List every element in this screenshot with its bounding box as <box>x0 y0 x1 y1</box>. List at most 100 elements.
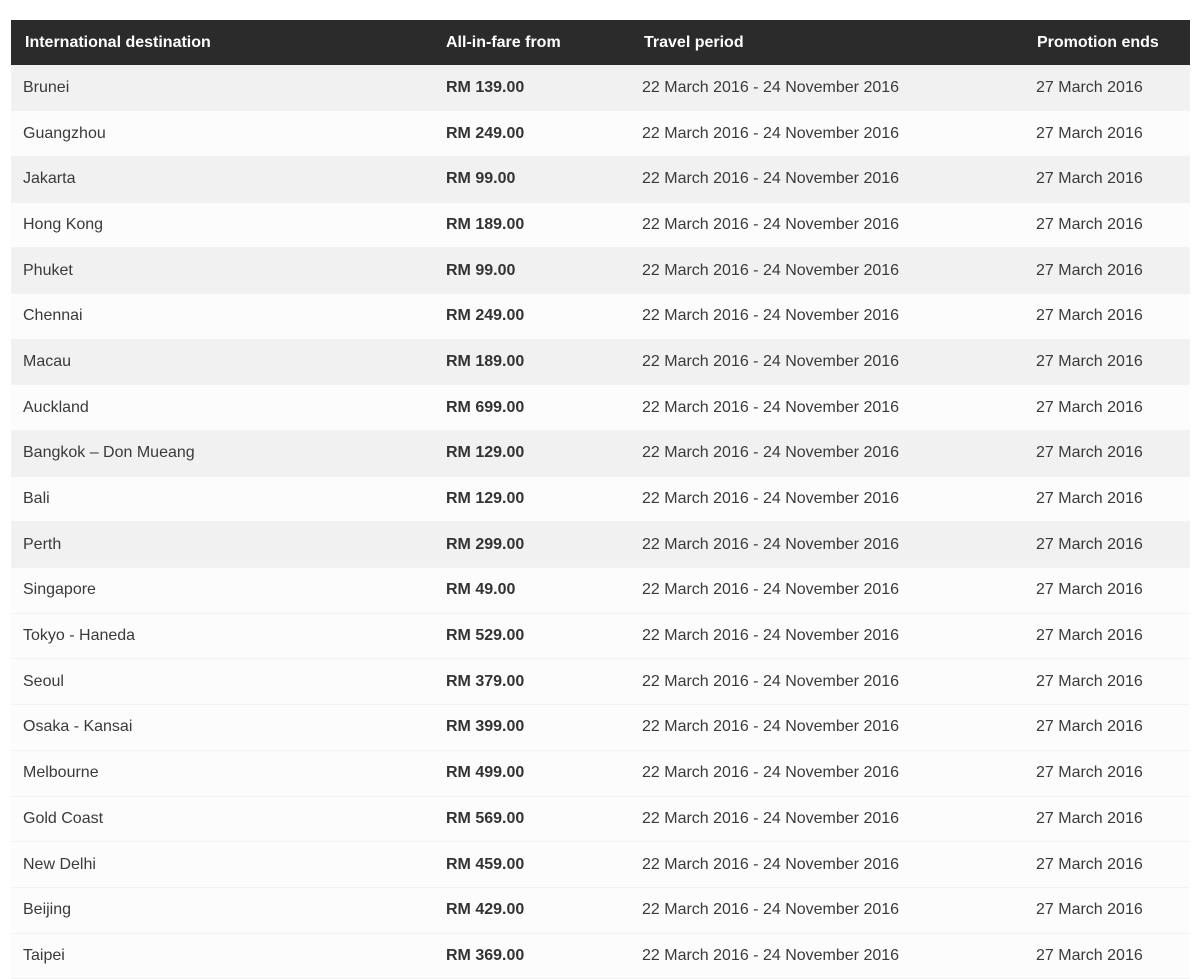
cell-fare: RM 529.00 <box>432 613 630 660</box>
fare-table: International destination All-in-fare fr… <box>11 20 1190 979</box>
cell-travel-period: 22 March 2016 - 24 November 2016 <box>630 841 1026 888</box>
cell-promotion-ends: 27 March 2016 <box>1026 796 1190 843</box>
cell-travel-period: 22 March 2016 - 24 November 2016 <box>630 750 1026 797</box>
table-row: Brunei RM 139.00 22 March 2016 - 24 Nove… <box>11 65 1190 112</box>
table-row: Seoul RM 379.00 22 March 2016 - 24 Novem… <box>11 658 1190 706</box>
cell-travel-period: 22 March 2016 - 24 November 2016 <box>630 521 1026 569</box>
cell-destination: Taipei <box>11 933 432 979</box>
cell-destination: Guangzhou <box>11 110 432 157</box>
cell-promotion-ends: 27 March 2016 <box>1026 110 1190 157</box>
cell-fare: RM 99.00 <box>432 156 630 203</box>
cell-travel-period: 22 March 2016 - 24 November 2016 <box>630 65 1026 112</box>
cell-promotion-ends: 27 March 2016 <box>1026 247 1190 294</box>
cell-destination: Jakarta <box>11 156 432 203</box>
cell-fare: RM 189.00 <box>432 202 630 249</box>
cell-promotion-ends: 27 March 2016 <box>1026 887 1190 934</box>
cell-travel-period: 22 March 2016 - 24 November 2016 <box>630 704 1026 751</box>
cell-fare: RM 369.00 <box>432 933 630 979</box>
cell-travel-period: 22 March 2016 - 24 November 2016 <box>630 887 1026 934</box>
cell-promotion-ends: 27 March 2016 <box>1026 293 1190 340</box>
cell-fare: RM 129.00 <box>432 476 630 523</box>
cell-travel-period: 22 March 2016 - 24 November 2016 <box>630 933 1026 979</box>
cell-destination: Seoul <box>11 658 432 706</box>
table-row: Osaka - Kansai RM 399.00 22 March 2016 -… <box>11 704 1190 751</box>
cell-destination: Auckland <box>11 384 432 431</box>
cell-destination: Hong Kong <box>11 202 432 249</box>
table-row: Perth RM 299.00 22 March 2016 - 24 Novem… <box>11 521 1190 569</box>
cell-promotion-ends: 27 March 2016 <box>1026 202 1190 249</box>
cell-destination: Brunei <box>11 65 432 112</box>
cell-destination: Phuket <box>11 247 432 294</box>
cell-destination: Bali <box>11 476 432 523</box>
cell-travel-period: 22 March 2016 - 24 November 2016 <box>630 796 1026 843</box>
cell-fare: RM 379.00 <box>432 658 630 706</box>
cell-promotion-ends: 27 March 2016 <box>1026 841 1190 888</box>
table-row: Phuket RM 99.00 22 March 2016 - 24 Novem… <box>11 247 1190 294</box>
cell-destination: Tokyo - Haneda <box>11 613 432 660</box>
cell-fare: RM 299.00 <box>432 521 630 569</box>
table-row: Tokyo - Haneda RM 529.00 22 March 2016 -… <box>11 613 1190 660</box>
cell-promotion-ends: 27 March 2016 <box>1026 567 1190 614</box>
fare-table-container: International destination All-in-fare fr… <box>11 20 1190 979</box>
cell-promotion-ends: 27 March 2016 <box>1026 704 1190 751</box>
cell-promotion-ends: 27 March 2016 <box>1026 156 1190 203</box>
table-row: Bali RM 129.00 22 March 2016 - 24 Novemb… <box>11 476 1190 523</box>
cell-promotion-ends: 27 March 2016 <box>1026 430 1190 477</box>
cell-promotion-ends: 27 March 2016 <box>1026 613 1190 660</box>
table-row: Taipei RM 369.00 22 March 2016 - 24 Nove… <box>11 933 1190 979</box>
cell-promotion-ends: 27 March 2016 <box>1026 933 1190 979</box>
table-row: Singapore RM 49.00 22 March 2016 - 24 No… <box>11 567 1190 614</box>
table-row: Hong Kong RM 189.00 22 March 2016 - 24 N… <box>11 202 1190 249</box>
cell-promotion-ends: 27 March 2016 <box>1026 521 1190 569</box>
cell-fare: RM 249.00 <box>432 293 630 340</box>
header-destination: International destination <box>11 20 432 65</box>
cell-promotion-ends: 27 March 2016 <box>1026 65 1190 112</box>
cell-travel-period: 22 March 2016 - 24 November 2016 <box>630 247 1026 294</box>
cell-fare: RM 129.00 <box>432 430 630 477</box>
table-row: Beijing RM 429.00 22 March 2016 - 24 Nov… <box>11 887 1190 934</box>
cell-travel-period: 22 March 2016 - 24 November 2016 <box>630 658 1026 706</box>
table-row: Auckland RM 699.00 22 March 2016 - 24 No… <box>11 384 1190 431</box>
cell-destination: Gold Coast <box>11 796 432 843</box>
cell-destination: Melbourne <box>11 750 432 797</box>
cell-fare: RM 99.00 <box>432 247 630 294</box>
cell-fare: RM 459.00 <box>432 841 630 888</box>
cell-promotion-ends: 27 March 2016 <box>1026 476 1190 523</box>
table-row: Jakarta RM 99.00 22 March 2016 - 24 Nove… <box>11 156 1190 203</box>
cell-fare: RM 189.00 <box>432 339 630 386</box>
table-row: Bangkok – Don Mueang RM 129.00 22 March … <box>11 430 1190 477</box>
cell-fare: RM 499.00 <box>432 750 630 797</box>
table-row: Chennai RM 249.00 22 March 2016 - 24 Nov… <box>11 293 1190 340</box>
cell-destination: Singapore <box>11 567 432 614</box>
cell-destination: Perth <box>11 521 432 569</box>
cell-travel-period: 22 March 2016 - 24 November 2016 <box>630 384 1026 431</box>
cell-destination: Osaka - Kansai <box>11 704 432 751</box>
cell-destination: Chennai <box>11 293 432 340</box>
cell-fare: RM 139.00 <box>432 65 630 112</box>
table-row: Gold Coast RM 569.00 22 March 2016 - 24 … <box>11 796 1190 843</box>
table-body: Brunei RM 139.00 22 March 2016 - 24 Nove… <box>11 65 1190 979</box>
cell-promotion-ends: 27 March 2016 <box>1026 384 1190 431</box>
cell-promotion-ends: 27 March 2016 <box>1026 339 1190 386</box>
cell-fare: RM 429.00 <box>432 887 630 934</box>
cell-travel-period: 22 March 2016 - 24 November 2016 <box>630 156 1026 203</box>
cell-travel-period: 22 March 2016 - 24 November 2016 <box>630 202 1026 249</box>
header-promotion-ends: Promotion ends <box>1026 20 1190 65</box>
table-row: Guangzhou RM 249.00 22 March 2016 - 24 N… <box>11 110 1190 157</box>
cell-travel-period: 22 March 2016 - 24 November 2016 <box>630 430 1026 477</box>
cell-destination: Bangkok – Don Mueang <box>11 430 432 477</box>
cell-travel-period: 22 March 2016 - 24 November 2016 <box>630 613 1026 660</box>
cell-destination: Beijing <box>11 887 432 934</box>
cell-fare: RM 699.00 <box>432 384 630 431</box>
cell-fare: RM 569.00 <box>432 796 630 843</box>
cell-fare: RM 49.00 <box>432 567 630 614</box>
cell-travel-period: 22 March 2016 - 24 November 2016 <box>630 110 1026 157</box>
cell-destination: Macau <box>11 339 432 386</box>
header-travel-period: Travel period <box>630 20 1026 65</box>
cell-travel-period: 22 March 2016 - 24 November 2016 <box>630 293 1026 340</box>
cell-promotion-ends: 27 March 2016 <box>1026 658 1190 706</box>
header-fare: All-in-fare from <box>432 20 630 65</box>
cell-travel-period: 22 March 2016 - 24 November 2016 <box>630 476 1026 523</box>
table-row: Macau RM 189.00 22 March 2016 - 24 Novem… <box>11 339 1190 386</box>
cell-fare: RM 399.00 <box>432 704 630 751</box>
